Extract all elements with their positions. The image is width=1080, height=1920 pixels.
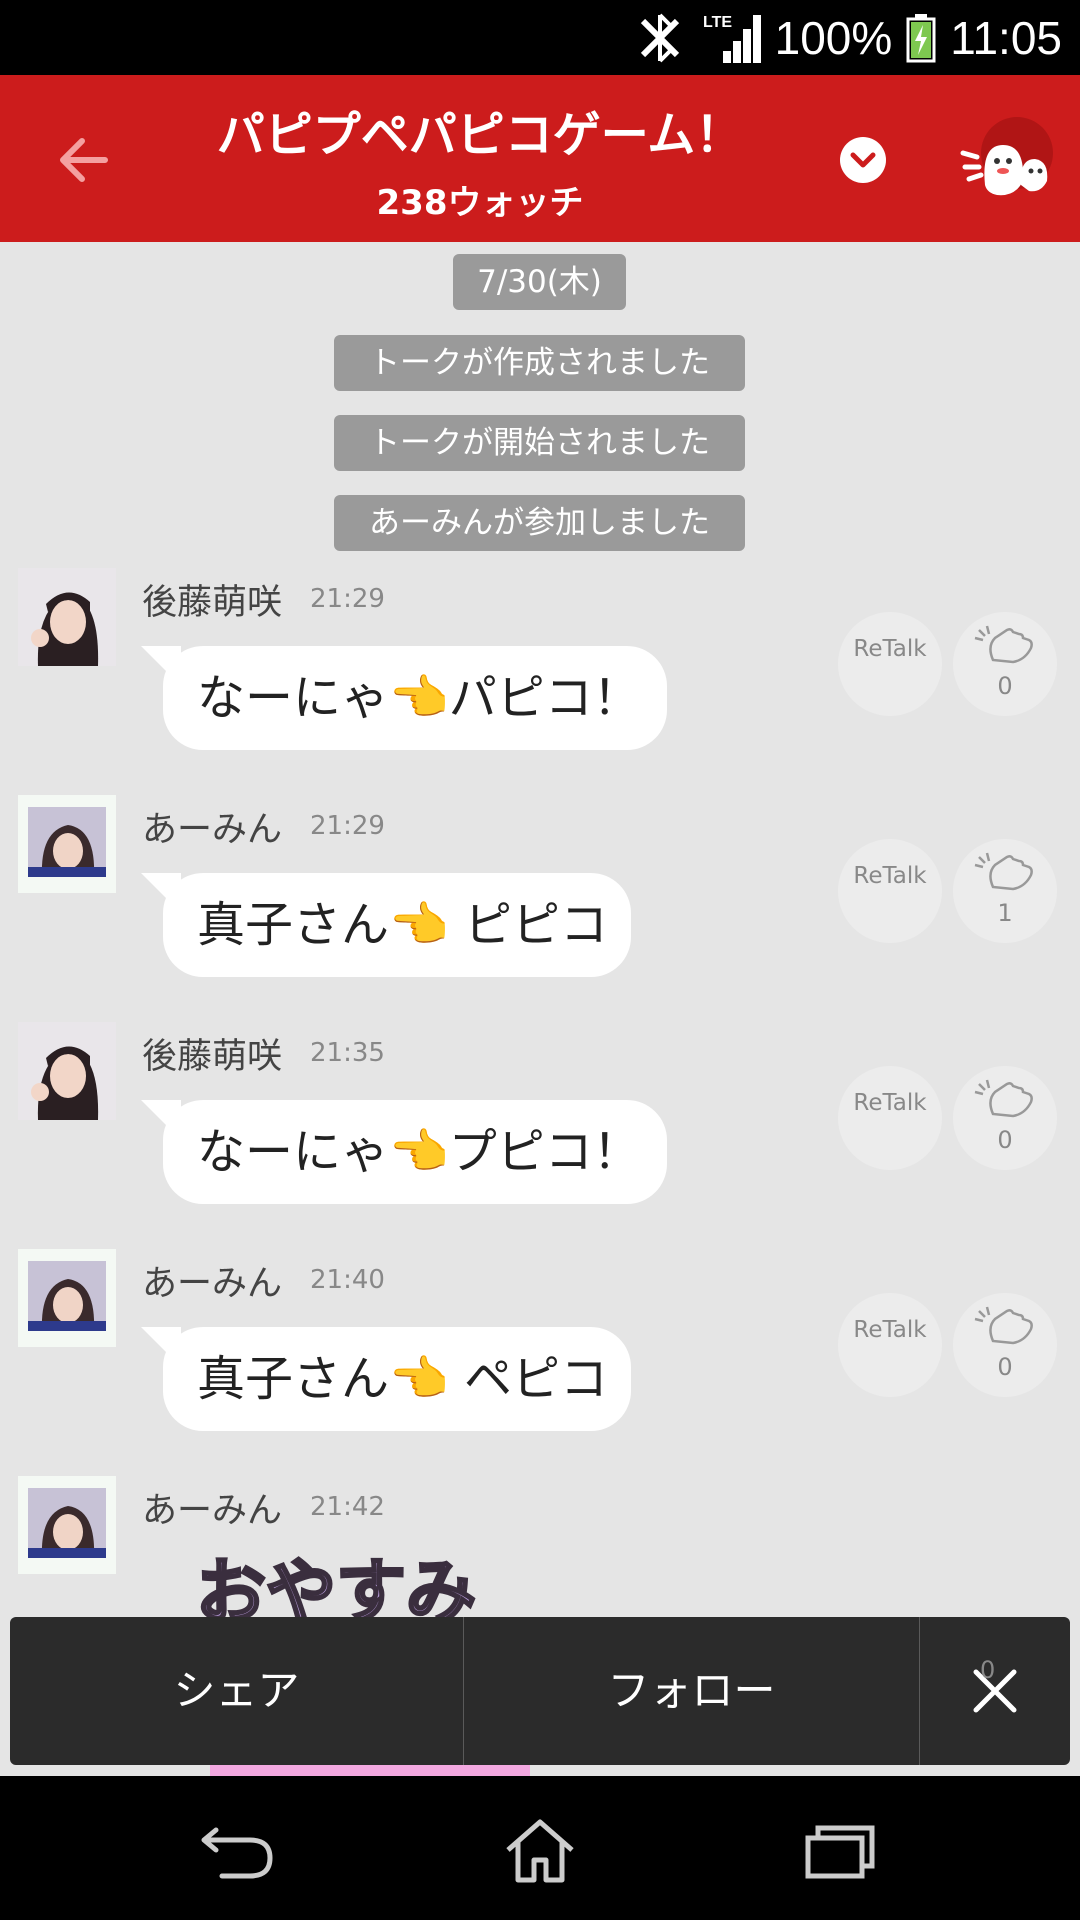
date-separator: 7/30(木) <box>453 254 626 310</box>
retalk-button[interactable]: ReTalk <box>838 1066 942 1170</box>
retalk-label: ReTalk <box>853 863 927 889</box>
message-bubble[interactable]: なーにゃ👈プピコ！ <box>163 1100 667 1204</box>
clap-button[interactable]: 1 <box>953 839 1057 943</box>
system-message: トークが開始されました <box>334 415 745 471</box>
sender-name[interactable]: あーみん <box>142 1482 282 1533</box>
clap-count: 0 <box>997 1126 1013 1154</box>
sender-name[interactable]: あーみん <box>142 801 282 852</box>
clap-icon <box>974 1306 1033 1345</box>
message-bubble[interactable]: 真子さん👈 ピピコ <box>163 873 631 977</box>
clap-button[interactable]: 0 <box>953 1066 1057 1170</box>
lte-signal-icon: LTE <box>703 14 761 63</box>
bottom-action-bar: シェア フォロー 0 <box>10 1617 1070 1765</box>
header-title-area: パピプペパピコゲーム！ 238ウォッチ <box>140 95 820 224</box>
battery-charging-icon <box>906 13 936 62</box>
message-bubble[interactable]: 真子さん👈 ペピコ <box>163 1327 631 1431</box>
avatar[interactable] <box>18 1476 116 1574</box>
top-app-bar: パピプペパピコゲーム！ 238ウォッチ <box>0 75 1080 242</box>
clap-icon <box>974 852 1033 891</box>
page-title: パピプペパピコゲーム！ <box>216 107 744 163</box>
chevron-down-icon[interactable] <box>840 137 886 183</box>
message-time: 21:40 <box>310 1265 385 1295</box>
mascot-icon[interactable] <box>955 115 1055 215</box>
retalk-button[interactable]: ReTalk <box>838 839 942 943</box>
back-arrow-icon[interactable] <box>50 125 120 195</box>
svg-text:LTE: LTE <box>703 14 732 31</box>
message-time: 21:42 <box>310 1492 385 1522</box>
follow-button[interactable]: フォロー <box>464 1617 919 1765</box>
system-message: トークが作成されました <box>334 335 745 391</box>
system-message: あーみんが参加しました <box>334 495 745 551</box>
back-icon[interactable] <box>198 1816 278 1886</box>
clap-button[interactable]: 0 <box>953 1293 1057 1397</box>
retalk-label: ReTalk <box>853 636 927 662</box>
recent-apps-icon[interactable] <box>800 1816 880 1886</box>
sender-name[interactable]: 後藤萌咲 <box>142 1028 282 1079</box>
clap-count: 0 <box>997 1353 1013 1381</box>
clap-icon <box>974 1079 1033 1118</box>
status-bar: LTE 100% 11:05 <box>0 0 1080 75</box>
avatar[interactable] <box>18 568 116 666</box>
clock: 11:05 <box>950 11 1062 64</box>
clap-count: 1 <box>997 899 1013 927</box>
clap-count: 0 <box>997 672 1013 700</box>
bluetooth-icon <box>640 13 679 62</box>
home-icon[interactable] <box>500 1816 580 1886</box>
retalk-button[interactable]: ReTalk <box>838 612 942 716</box>
avatar[interactable] <box>18 795 116 893</box>
message-bubble[interactable]: なーにゃ👈パピコ！ <box>163 646 667 750</box>
share-button[interactable]: シェア <box>10 1617 463 1765</box>
retalk-button[interactable]: ReTalk <box>838 1293 942 1397</box>
chat-timeline[interactable]: 7/30(木) トークが作成されました トークが開始されました あーみんが参加し… <box>0 242 1080 1776</box>
system-nav-bar <box>0 1776 1080 1920</box>
watch-count: 238ウォッチ <box>376 183 584 223</box>
avatar[interactable] <box>18 1249 116 1347</box>
retalk-label: ReTalk <box>853 1090 927 1116</box>
avatar[interactable] <box>18 1022 116 1120</box>
clap-button[interactable]: 0 <box>953 612 1057 716</box>
sender-name[interactable]: あーみん <box>142 1255 282 1306</box>
message-time: 21:35 <box>310 1038 385 1068</box>
sender-name[interactable]: 後藤萌咲 <box>142 574 282 625</box>
battery-percent: 100% <box>774 11 893 64</box>
retalk-label: ReTalk <box>853 1317 927 1343</box>
close-button[interactable]: 0 <box>920 1617 1070 1765</box>
message-time: 21:29 <box>310 811 385 841</box>
clap-icon <box>974 625 1033 664</box>
clap-count: 0 <box>980 1656 996 1684</box>
message-time: 21:29 <box>310 584 385 614</box>
